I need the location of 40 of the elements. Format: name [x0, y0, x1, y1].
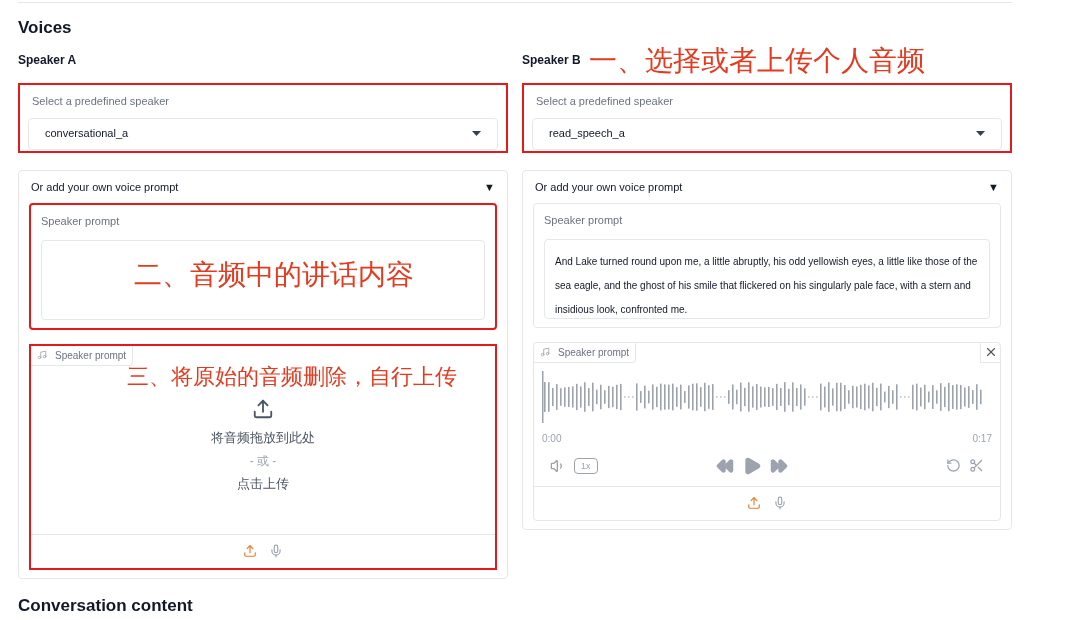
- annotation-text: 一、选择或者上传个人音频: [588, 47, 925, 77]
- music-note-icon: [540, 347, 550, 357]
- caret-icon: [976, 131, 985, 136]
- prompt-text-field[interactable]: [544, 238, 990, 319]
- upload-icon[interactable]: [243, 544, 257, 558]
- current-time: 0:00: [542, 431, 562, 446]
- audio-label: Speaker prompt: [558, 345, 630, 360]
- annotation-text: 三、将原始的音频删除，自行上传: [127, 362, 457, 391]
- prompt-text-field[interactable]: 二、音频中的讲话内容: [41, 239, 485, 320]
- upload-icon: [252, 398, 274, 420]
- upload-icon[interactable]: [747, 496, 761, 510]
- prompt-text: And Lake turned round upon me, a little abruptly, his odd yellowish eyes, a little like those of the sea eagle, and the ghost of his smile that flickered on his singularly pale face, with a stern and insidious look, confronted me.: [555, 255, 978, 315]
- trim-icon[interactable]: [969, 458, 984, 473]
- reset-icon[interactable]: [946, 458, 961, 473]
- close-button[interactable]: [980, 342, 1000, 363]
- or-separator: - 或 -: [249, 452, 277, 470]
- speaker-heading: Speaker A: [18, 52, 77, 69]
- accordion-header[interactable]: Or add your own voice prompt ▼: [533, 171, 1001, 203]
- accordion-header[interactable]: Or add your own voice prompt ▼: [29, 171, 497, 203]
- section-heading: Voices: [18, 17, 73, 39]
- microphone-icon[interactable]: [773, 496, 787, 510]
- speaker-dropdown[interactable]: read_speech_a: [532, 117, 1002, 150]
- speaker-heading: Speaker B: [522, 52, 581, 69]
- rewind-icon[interactable]: [715, 456, 734, 475]
- select-label: Select a predefined speaker: [535, 94, 674, 109]
- text-field-label: Speaker prompt: [41, 214, 121, 229]
- annotation-text: 二、音频中的讲话内容: [134, 260, 414, 289]
- microphone-icon[interactable]: [269, 544, 283, 558]
- text-field-label: Speaker prompt: [544, 213, 624, 228]
- section-heading: Conversation content: [18, 594, 194, 617]
- select-label: Select a predefined speaker: [31, 94, 170, 109]
- drop-instruction: 将音频拖放到此处: [211, 429, 315, 447]
- click-upload-text[interactable]: 点击上传: [237, 473, 289, 493]
- audio-upload-panel[interactable]: Speaker prompt 三、将原始的音频删除，自行上传 将音频拖放到此处 - 或 - 点击上传: [29, 343, 497, 570]
- fast-forward-icon[interactable]: [769, 456, 788, 475]
- speaker-dropdown[interactable]: conversational_a: [28, 117, 498, 150]
- audio-label: Speaker prompt: [55, 348, 127, 363]
- caret-icon: [472, 131, 481, 136]
- music-note-icon: [37, 350, 47, 360]
- duration-time: 0:17: [972, 431, 992, 446]
